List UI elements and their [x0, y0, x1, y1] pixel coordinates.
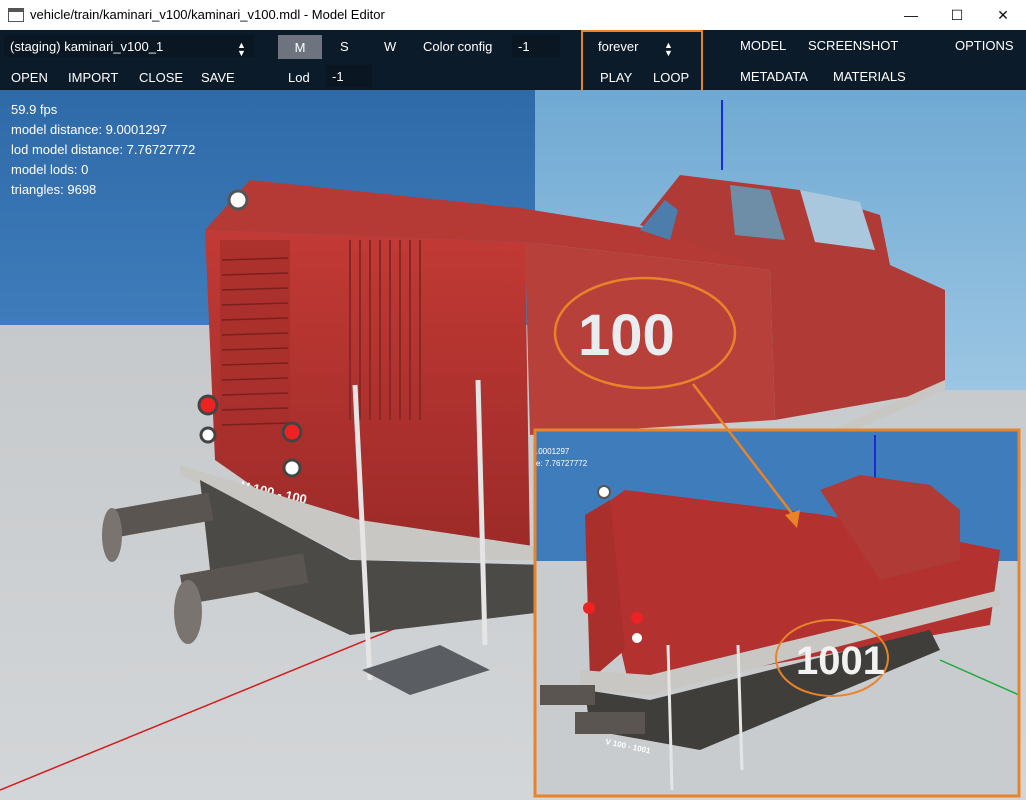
head-lamp-right [282, 458, 302, 478]
lod-label: Lod [288, 70, 310, 85]
model-select-spinner-icon[interactable]: ▲ ▼ [237, 41, 246, 58]
lod-input[interactable]: -1 [326, 65, 372, 87]
menu-save[interactable]: SAVE [201, 70, 235, 85]
model-lods-readout: model lods: 0 [11, 162, 89, 177]
tail-lamp-right-red [281, 421, 303, 443]
fps-readout: 59.9 fps [11, 102, 58, 117]
cab-number-glitched: 100 [578, 303, 675, 368]
mode-button-m[interactable]: M [278, 35, 322, 59]
menu-import[interactable]: IMPORT [68, 70, 118, 85]
window-title: vehicle/train/kaminari_v100/kaminari_v10… [30, 7, 385, 22]
model-distance-readout: model distance: 9.0001297 [11, 122, 168, 137]
play-button[interactable]: PLAY [600, 70, 632, 85]
head-lamp-top [227, 189, 249, 211]
mode-button-s[interactable]: S [340, 39, 349, 54]
buffer-right-plate [174, 580, 202, 644]
inset-cab-number: 1001 [796, 639, 885, 683]
mode-button-w[interactable]: W [384, 39, 396, 54]
app-window-icon [8, 8, 24, 22]
editor-toolbar: (staging) kaminari_v100_1 ▲ ▼ M S W Color… [0, 30, 1026, 92]
menu-model[interactable]: MODEL [740, 38, 786, 53]
buffer-left-plate [102, 508, 122, 562]
menu-metadata[interactable]: METADATA [740, 69, 808, 84]
menu-options[interactable]: OPTIONS [955, 38, 1014, 53]
model-select-value: (staging) kaminari_v100_1 [10, 38, 164, 54]
minimize-button[interactable]: — [888, 0, 934, 30]
inset-stat-lod-distance: e: 7.76727772 [536, 459, 588, 468]
inset-stat-model-distance: .0001297 [536, 447, 570, 456]
lod-distance-readout: lod model distance: 7.76727772 [11, 142, 196, 157]
head-lamp-left [199, 426, 217, 444]
lod-value: -1 [332, 68, 344, 84]
menu-materials[interactable]: MATERIALS [833, 69, 906, 84]
loop-button[interactable]: LOOP [653, 70, 689, 85]
color-config-label: Color config [423, 39, 493, 54]
title-bar: vehicle/train/kaminari_v100/kaminari_v10… [0, 0, 1026, 30]
menu-screenshot[interactable]: SCREENSHOT [808, 38, 898, 53]
maximize-button[interactable]: ☐ [934, 0, 980, 30]
menu-open[interactable]: OPEN [11, 70, 48, 85]
triangles-readout: triangles: 9698 [11, 182, 97, 197]
close-window-button[interactable]: ✕ [980, 0, 1026, 30]
mode-button-m-label: M [294, 39, 306, 55]
stats-overlay: 59.9 fps model distance: 9.0001297 lod m… [11, 100, 195, 200]
color-config-value: -1 [518, 38, 530, 54]
color-config-input[interactable]: -1 [512, 35, 560, 57]
model-select[interactable]: (staging) kaminari_v100_1 [4, 35, 254, 57]
tail-lamp-left-red [197, 394, 219, 416]
menu-close[interactable]: CLOSE [139, 70, 183, 85]
inset-panel: 1001 V 100 - 1001 [535, 431, 1020, 796]
anim-mode-value: forever [598, 38, 639, 54]
anim-mode-spinner-icon[interactable]: ▲ ▼ [664, 41, 673, 58]
